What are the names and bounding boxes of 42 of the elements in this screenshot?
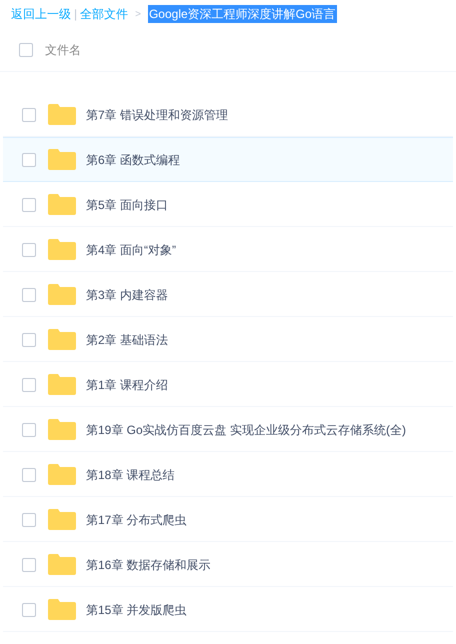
folder-name[interactable]: 第6章 函数式编程 — [86, 150, 180, 168]
folder-name[interactable]: 第16章 数据存储和展示 — [86, 556, 211, 574]
file-row[interactable]: 第6章 函数式编程 — [3, 137, 453, 182]
separator: | — [73, 6, 78, 23]
checkbox[interactable] — [22, 422, 36, 436]
folder-icon — [48, 194, 76, 215]
folder-name[interactable]: 第3章 内建容器 — [86, 286, 168, 304]
checkbox[interactable] — [22, 558, 36, 572]
checkbox[interactable] — [22, 152, 36, 166]
checkbox[interactable] — [22, 512, 36, 526]
checkbox[interactable] — [22, 602, 36, 616]
checkbox[interactable] — [22, 108, 36, 122]
folder-icon — [48, 104, 76, 125]
checkbox[interactable] — [22, 468, 36, 482]
folder-icon — [48, 329, 76, 350]
folder-name[interactable]: 第7章 错误处理和资源管理 — [86, 106, 228, 124]
checkbox[interactable] — [22, 198, 36, 212]
folder-icon — [48, 509, 76, 530]
breadcrumb-arrow: > — [134, 8, 142, 22]
folder-icon — [48, 284, 76, 305]
checkbox[interactable] — [22, 288, 36, 302]
folder-name[interactable]: 第18章 课程总结 — [86, 466, 175, 484]
checkbox[interactable] — [22, 242, 36, 256]
folder-name[interactable]: 第1章 课程介绍 — [86, 376, 168, 394]
folder-name[interactable]: 第2章 基础语法 — [86, 330, 168, 348]
folder-name[interactable]: 第17章 分布式爬虫 — [86, 510, 187, 528]
folder-icon — [48, 239, 76, 260]
folder-name[interactable]: 第5章 面向接口 — [86, 196, 168, 214]
folder-name[interactable]: 第15章 并发版爬虫 — [86, 600, 187, 618]
current-folder: Google资深工程师深度讲解Go语言 — [148, 5, 337, 23]
folder-name[interactable]: 第4章 面向“对象” — [86, 240, 176, 258]
checkbox[interactable] — [22, 378, 36, 392]
folder-name[interactable]: 第19章 Go实战仿百度云盘 实现企业级分布式云存储系统(全) — [86, 420, 406, 438]
folder-icon — [48, 149, 76, 170]
folder-icon — [48, 599, 76, 620]
folder-icon — [48, 419, 76, 440]
checkbox[interactable] — [22, 332, 36, 346]
folder-icon — [48, 554, 76, 575]
column-header: 文件名 — [45, 42, 81, 58]
folder-icon — [48, 374, 76, 395]
checkbox[interactable] — [19, 42, 33, 56]
folder-icon — [48, 464, 76, 485]
